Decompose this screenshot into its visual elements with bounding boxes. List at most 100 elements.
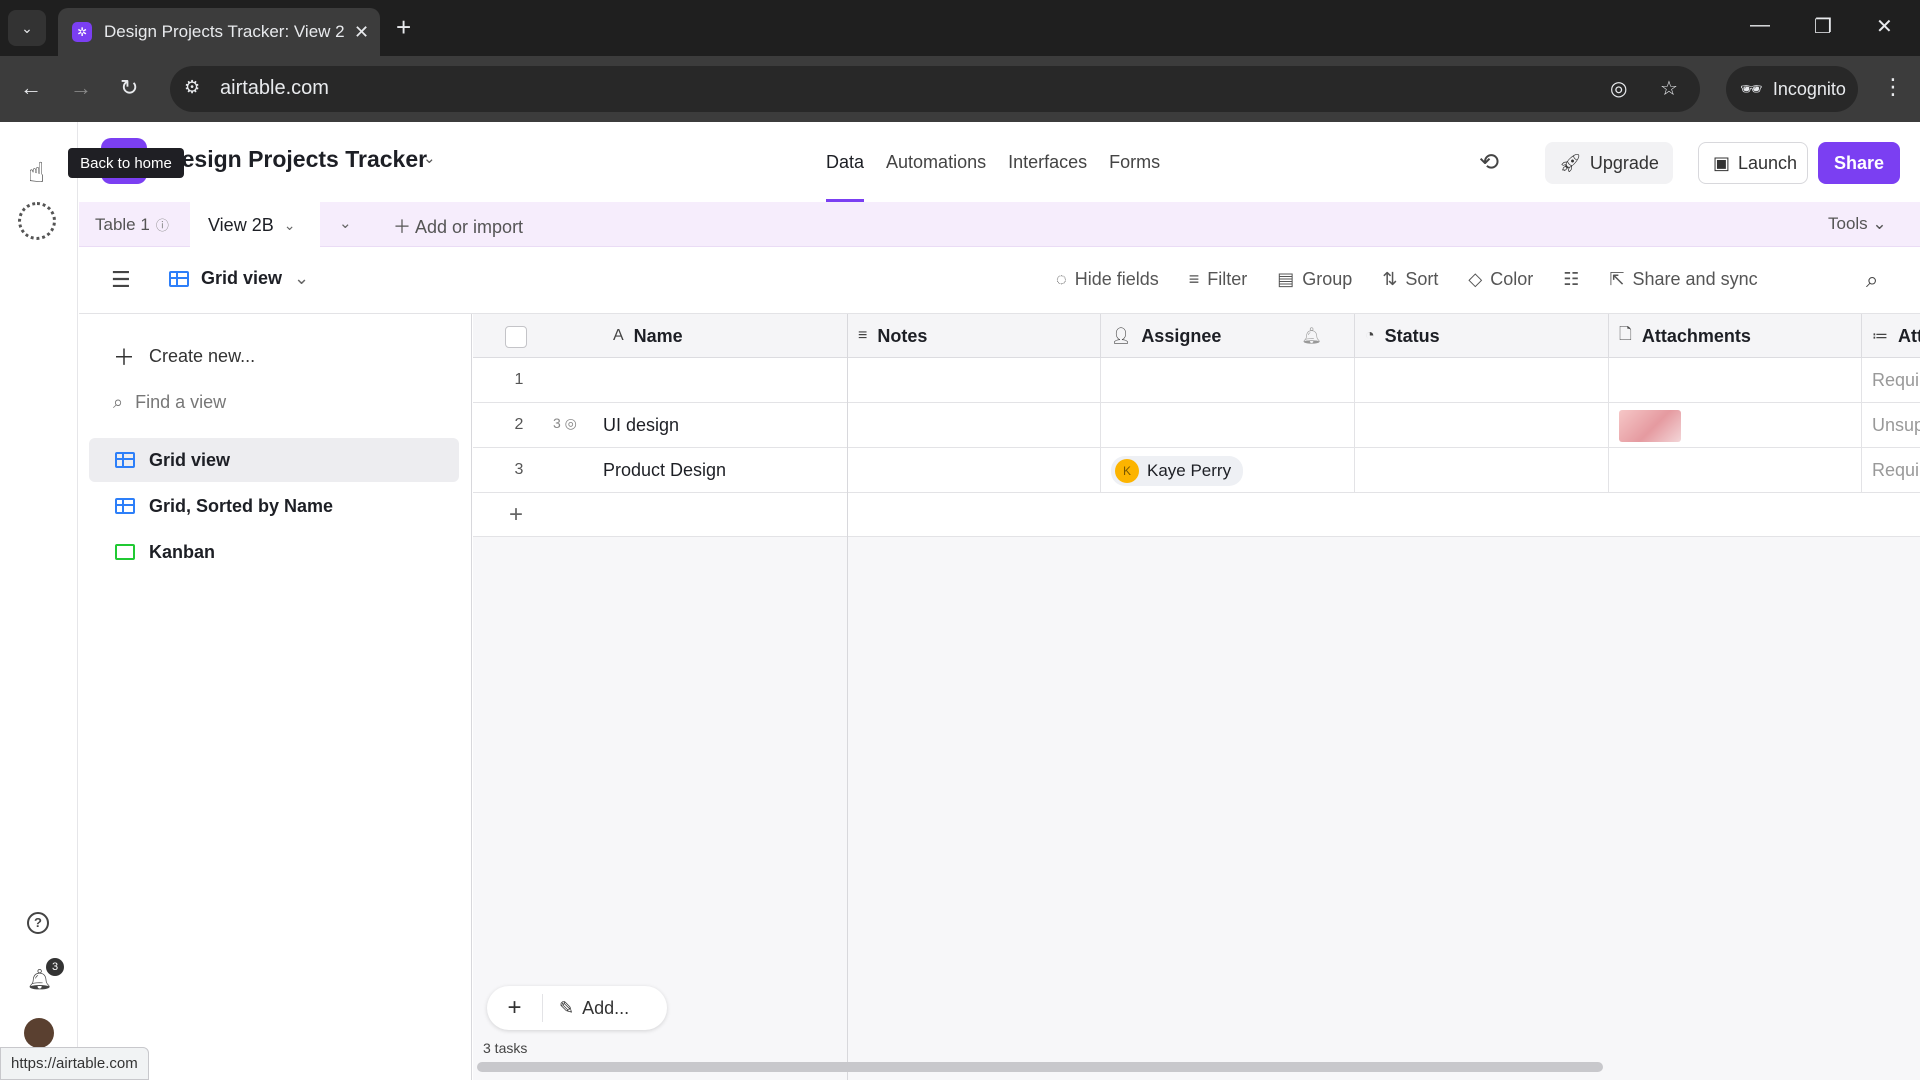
chevron-down-icon[interactable]: ⌄ xyxy=(423,149,436,167)
tab-data[interactable]: Data xyxy=(826,122,865,202)
chevron-down-icon: ⌄ xyxy=(1872,214,1887,233)
table-row[interactable]: 1 Requir xyxy=(473,358,1920,403)
cell-attachments[interactable] xyxy=(1609,403,1862,448)
user-avatar[interactable] xyxy=(24,1018,54,1048)
cell-att[interactable]: Unsup xyxy=(1862,403,1920,448)
group-button[interactable]: ▤ Group xyxy=(1277,269,1352,290)
bookmark-star-icon[interactable]: ☆ xyxy=(1660,76,1678,101)
tab-title: Design Projects Tracker: View 2B - Airta… xyxy=(104,22,344,41)
add-or-import-button[interactable]: ＋ Add or import xyxy=(393,213,523,239)
view-item-grid-sorted[interactable]: Grid, Sorted by Name xyxy=(89,484,459,528)
chevron-down-icon[interactable]: ⌄ xyxy=(284,217,296,234)
cell-attachments[interactable] xyxy=(1609,358,1862,403)
view-item-grid-view[interactable]: Grid view xyxy=(89,438,459,482)
grid-view-icon xyxy=(115,498,135,514)
airtable-favicon-icon: ✲ xyxy=(72,22,92,42)
share-and-sync-button[interactable]: ⇱ Share and sync xyxy=(1609,269,1757,290)
browser-tab[interactable]: ✲ Design Projects Tracker: View 2B - Air… xyxy=(58,8,380,56)
cell-assignee[interactable] xyxy=(1101,358,1355,403)
find-view-input[interactable]: ⌕ Find a view xyxy=(113,392,226,413)
add-record-button[interactable]: + xyxy=(487,994,543,1022)
views-sidebar: ＋ Create new... ⌕ Find a view Grid view … xyxy=(79,314,472,1080)
close-tab-icon[interactable]: ✕ xyxy=(354,22,369,43)
column-header-status[interactable]: ◔ Status xyxy=(1355,314,1609,358)
tab-interfaces[interactable]: Interfaces xyxy=(1008,122,1087,202)
upgrade-button[interactable]: 🚀︎ Upgrade xyxy=(1545,142,1673,184)
back-icon[interactable]: ← xyxy=(20,75,42,101)
cell-assignee[interactable]: K Kaye Perry xyxy=(1101,448,1355,493)
restore-icon[interactable]: ❐ xyxy=(1814,14,1832,39)
frozen-column-divider xyxy=(847,314,848,1080)
column-header-notes[interactable]: ≡ Notes xyxy=(848,314,1101,358)
attachment-thumbnail[interactable] xyxy=(1619,409,1681,442)
forward-icon[interactable]: → xyxy=(70,75,92,101)
cell-status[interactable] xyxy=(1355,358,1609,403)
share-button[interactable]: Share xyxy=(1818,142,1900,184)
add-with-ai-button[interactable]: ✎ Add... xyxy=(543,998,629,1019)
row-height-button[interactable]: ☷ xyxy=(1563,269,1579,290)
view-tab-label: View 2B xyxy=(208,214,274,235)
incognito-indicator[interactable]: 🕶 Incognito xyxy=(1726,66,1858,112)
reload-icon[interactable]: ↻ xyxy=(120,75,138,101)
view-item-kanban[interactable]: Kanban xyxy=(89,530,459,574)
new-tab-button[interactable]: + xyxy=(396,14,411,40)
cell-att[interactable]: Requir xyxy=(1862,448,1920,493)
cell-notes[interactable] xyxy=(848,448,1101,493)
cell-att[interactable]: Requir xyxy=(1862,358,1920,403)
column-header-assignee[interactable]: 👤︎ Assignee 🔔︎ xyxy=(1101,314,1355,358)
close-window-icon[interactable]: ✕ xyxy=(1876,14,1893,39)
sort-button[interactable]: ⇅ Sort xyxy=(1382,269,1438,290)
address-bar[interactable]: ⚙ airtable.com ◎ ☆ xyxy=(170,66,1700,112)
browser-menu-icon[interactable]: ⋮ xyxy=(1882,74,1904,100)
hide-fields-button[interactable]: ◌ Hide fields xyxy=(1056,269,1159,290)
hide-fields-label: Hide fields xyxy=(1074,269,1159,289)
back-to-home-icon[interactable]: ☝ xyxy=(28,156,45,189)
create-new-view-button[interactable]: ＋ Create new... xyxy=(113,340,255,372)
column-header-att[interactable]: ≔ Att xyxy=(1862,314,1920,358)
color-button[interactable]: ◇ Color xyxy=(1468,269,1533,290)
url-text: airtable.com xyxy=(220,77,329,99)
more-tables-chevron-icon[interactable]: ⌄ xyxy=(339,214,352,232)
minimize-icon[interactable]: — xyxy=(1750,14,1770,37)
cell-attachments[interactable] xyxy=(1609,448,1862,493)
add-record-row[interactable]: + xyxy=(473,493,1920,537)
chevron-down-icon: ⌄ xyxy=(294,268,310,288)
eye-off-icon[interactable]: ◎ xyxy=(1610,76,1627,101)
horizontal-scrollbar[interactable] xyxy=(477,1062,1603,1072)
sort-icon: ⇅ xyxy=(1382,269,1398,289)
cell-name[interactable]: UI design xyxy=(593,403,848,448)
tab-forms[interactable]: Forms xyxy=(1109,122,1160,202)
tab-automations[interactable]: Automations xyxy=(886,122,986,202)
table-row[interactable]: 3 Product Design K Kaye Perry Requir xyxy=(473,448,1920,493)
view-tools: ◌ Hide fields ≡ Filter ▤ Group ⇅ Sort ◇ Color… xyxy=(1056,269,1758,290)
cell-name[interactable]: Product Design xyxy=(593,448,848,493)
cell-status[interactable] xyxy=(1355,403,1609,448)
table-row[interactable]: 2 3 ◎ UI design Unsup xyxy=(473,403,1920,448)
cell-notes[interactable] xyxy=(848,358,1101,403)
view-switcher[interactable]: Grid view ⌄ xyxy=(169,268,309,289)
tab-list-button[interactable]: ⌄ xyxy=(8,10,46,46)
base-title[interactable]: Design Projects Tracker xyxy=(165,146,427,173)
column-header-attachments[interactable]: 🗋 Attachments xyxy=(1609,314,1862,358)
view-tab-active[interactable]: View 2B ⌄ xyxy=(190,202,320,248)
table-tab[interactable]: Table 1 ⓘ xyxy=(95,215,169,235)
filter-button[interactable]: ≡ Filter xyxy=(1189,269,1248,290)
history-icon[interactable]: ⟲ xyxy=(1479,148,1499,177)
tools-menu[interactable]: Tools ⌄ xyxy=(1828,214,1887,234)
search-icon[interactable]: ⌕ xyxy=(1866,267,1878,293)
create-new-label: Create new... xyxy=(149,345,256,366)
cell-status[interactable] xyxy=(1355,448,1609,493)
select-all-checkbox[interactable] xyxy=(505,326,527,348)
help-icon[interactable]: ? xyxy=(27,912,49,934)
share-sync-label: Share and sync xyxy=(1632,269,1758,289)
cell-name[interactable] xyxy=(593,358,848,403)
assignee-pill[interactable]: K Kaye Perry xyxy=(1111,455,1244,486)
sidebar-toggle-icon[interactable]: ☰ xyxy=(111,267,131,293)
column-header-name[interactable]: A Name xyxy=(603,314,848,358)
cell-assignee[interactable] xyxy=(1101,403,1355,448)
site-info-icon[interactable]: ⚙ xyxy=(184,77,200,98)
launch-button[interactable]: ▣ Launch xyxy=(1698,142,1808,184)
cell-notes[interactable] xyxy=(848,403,1101,448)
bell-icon[interactable]: 🔔︎ xyxy=(1301,326,1321,346)
comment-count-icon[interactable]: 3 ◎ xyxy=(553,415,577,432)
